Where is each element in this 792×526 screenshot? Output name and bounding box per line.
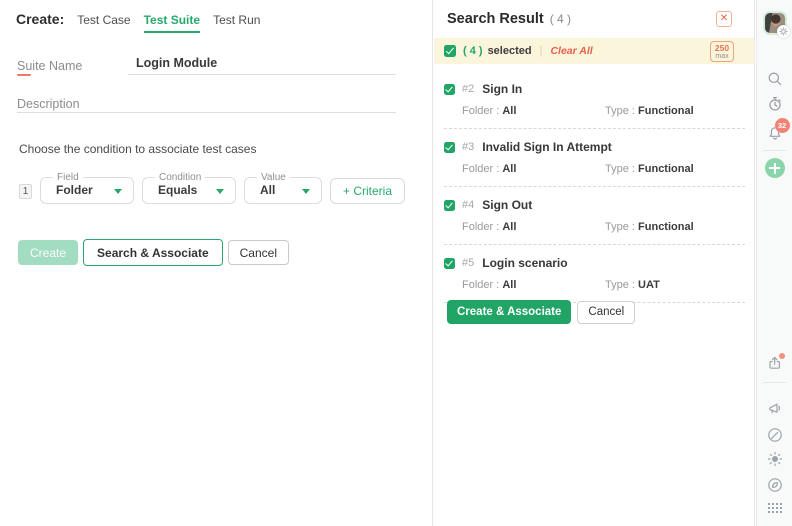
type-field: Type : Functional [605, 105, 694, 117]
app-window: Create: Test Case Test Suite Test Run Su… [0, 0, 792, 526]
max-limit-value: 250 [711, 43, 733, 53]
select-all-checkbox[interactable] [444, 45, 456, 57]
result-title[interactable]: Sign In [482, 82, 522, 96]
result-title-row: #3 Invalid Sign In Attempt [444, 140, 745, 154]
suite-name-label: Suite Name [17, 59, 82, 73]
result-details: Folder : All Type : Functional [462, 105, 745, 117]
create-header: Create: Test Case Test Suite Test Run [16, 11, 260, 33]
right-panel-actions: Create & Associate Cancel [447, 300, 635, 324]
add-criteria-button[interactable]: + Criteria [330, 178, 405, 204]
search-result-count: ( 4 ) [550, 12, 571, 26]
settings-gear-icon[interactable] [777, 25, 790, 38]
result-title-row: #4 Sign Out [444, 198, 745, 212]
add-plus-button[interactable] [765, 158, 785, 178]
cancel-button[interactable]: Cancel [577, 301, 635, 324]
chevron-down-icon [302, 189, 310, 194]
notification-count-badge: 32 [775, 118, 790, 133]
share-export-icon[interactable] [767, 355, 783, 371]
result-title[interactable]: Sign Out [482, 198, 532, 212]
condition-heading: Choose the condition to associate test c… [19, 142, 256, 156]
result-details: Folder : All Type : UAT [462, 279, 745, 291]
value-dropdown[interactable]: Value All [244, 177, 322, 204]
tab-test-run[interactable]: Test Run [213, 13, 260, 31]
suite-name-input[interactable]: Login Module [136, 56, 217, 70]
description-input[interactable] [17, 112, 396, 113]
value-dropdown-value: All [260, 178, 275, 203]
close-icon[interactable]: ✕ [716, 11, 732, 27]
timer-icon[interactable] [767, 96, 783, 112]
selected-count: ( 4 ) [463, 45, 483, 57]
folder-field: Folder : All [462, 105, 516, 117]
result-checkbox[interactable] [444, 84, 455, 95]
max-limit-label: max [711, 53, 733, 61]
result-row: #5 Login scenario Folder : All Type : UA… [444, 245, 745, 303]
user-avatar[interactable] [763, 11, 787, 35]
field-dropdown[interactable]: Field Folder [40, 177, 134, 204]
create-button[interactable]: Create [18, 240, 78, 265]
search-result-title: Search Result ( 4 ) [447, 11, 571, 27]
result-details: Folder : All Type : Functional [462, 221, 745, 233]
criteria-row: 1 Field Folder Condition Equals Value Al… [0, 177, 433, 205]
folder-field: Folder : All [462, 279, 516, 291]
condition-dropdown-value: Equals [158, 178, 197, 203]
create-label: Create: [16, 11, 64, 27]
result-id: #5 [462, 257, 474, 269]
condition-dropdown[interactable]: Condition Equals [142, 177, 236, 204]
divider: | [540, 45, 543, 57]
result-checkbox[interactable] [444, 258, 455, 269]
search-associate-button[interactable]: Search & Associate [83, 239, 223, 266]
type-field: Type : UAT [605, 279, 660, 291]
tab-test-case[interactable]: Test Case [77, 13, 130, 31]
type-field: Type : Functional [605, 221, 694, 233]
field-dropdown-value: Folder [56, 178, 93, 203]
search-result-panel: Search Result ( 4 ) ✕ ( 4 ) selected | Cl… [434, 0, 755, 526]
result-details: Folder : All Type : Functional [462, 163, 745, 175]
folder-field: Folder : All [462, 221, 516, 233]
cancel-button[interactable]: Cancel [228, 240, 289, 265]
result-title[interactable]: Invalid Sign In Attempt [482, 140, 612, 154]
result-title[interactable]: Login scenario [482, 256, 567, 270]
explore-compass-icon[interactable] [767, 477, 783, 493]
left-panel-actions: Create Search & Associate Cancel [18, 239, 289, 266]
selection-bar: ( 4 ) selected | Clear All 250 max [434, 38, 754, 64]
sidebar-divider [763, 382, 787, 383]
chevron-down-icon [114, 189, 122, 194]
create-associate-button[interactable]: Create & Associate [447, 300, 571, 324]
tab-test-suite[interactable]: Test Suite [144, 13, 200, 33]
chevron-down-icon [216, 189, 224, 194]
suite-name-underline [128, 74, 396, 75]
suite-name-row: Suite Name Login Module [17, 57, 396, 77]
result-id: #3 [462, 141, 474, 153]
brightness-sun-icon[interactable] [767, 451, 783, 467]
result-list: #2 Sign In Folder : All Type : Functiona… [434, 68, 754, 303]
result-id: #4 [462, 199, 474, 211]
create-suite-panel: Create: Test Case Test Suite Test Run Su… [0, 0, 433, 526]
folder-field: Folder : All [462, 163, 516, 175]
result-row: #2 Sign In Folder : All Type : Functiona… [444, 68, 745, 129]
notification-dot [779, 353, 785, 359]
max-limit-badge: 250 max [710, 41, 734, 62]
sidebar-divider [763, 150, 787, 151]
result-title-row: #5 Login scenario [444, 256, 745, 270]
description-row: Description [17, 95, 396, 115]
apps-grid-icon[interactable] [767, 501, 783, 517]
announcement-megaphone-icon[interactable] [767, 401, 783, 417]
search-result-title-text: Search Result [447, 11, 544, 27]
result-row: #4 Sign Out Folder : All Type : Function… [444, 187, 745, 245]
edit-pencil-icon[interactable] [767, 427, 783, 443]
type-field: Type : Functional [605, 163, 694, 175]
result-row: #3 Invalid Sign In Attempt Folder : All … [444, 129, 745, 187]
result-title-row: #2 Sign In [444, 82, 745, 96]
app-sidebar: 32 [756, 0, 792, 526]
description-label: Description [17, 97, 80, 111]
notifications-bell-icon[interactable]: 32 [767, 125, 783, 141]
clear-all-link[interactable]: Clear All [550, 45, 592, 57]
selected-label: selected [488, 45, 532, 57]
criteria-index: 1 [19, 184, 32, 199]
required-indicator [17, 74, 31, 76]
result-checkbox[interactable] [444, 142, 455, 153]
result-id: #2 [462, 83, 474, 95]
result-checkbox[interactable] [444, 200, 455, 211]
search-icon[interactable] [767, 71, 783, 87]
